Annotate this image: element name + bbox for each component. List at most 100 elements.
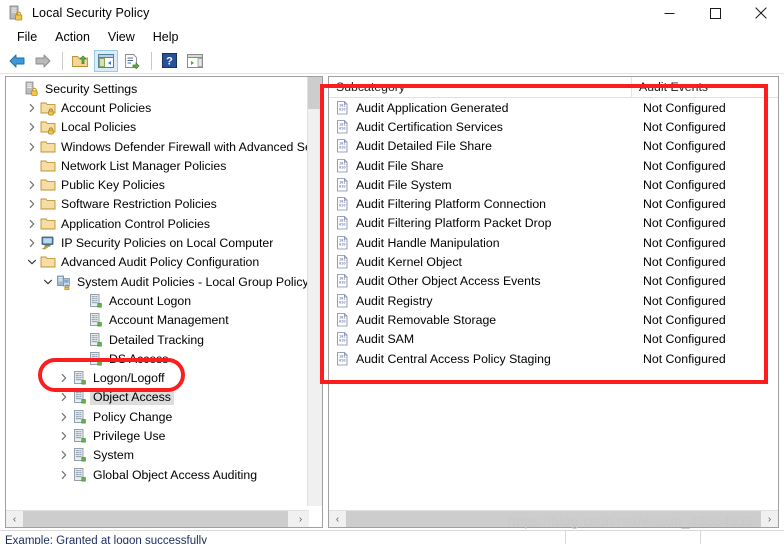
tree-node-software-restriction-policies[interactable]: Software Restriction Policies — [6, 195, 309, 214]
up-one-level-button[interactable] — [68, 50, 92, 72]
chevron-right-icon[interactable] — [24, 119, 40, 135]
list-hscroll-track[interactable] — [346, 510, 761, 527]
column-header-subcategory[interactable]: Subcategory — [329, 77, 632, 98]
close-button[interactable] — [738, 0, 784, 26]
tree-node-network-list-manager-policies[interactable]: Network List Manager Policies — [6, 156, 309, 175]
tree-node-public-key-policies[interactable]: Public Key Policies — [6, 175, 309, 194]
tree-vscroll-thumb[interactable] — [308, 77, 322, 109]
tree-node-logon-logoff[interactable]: Logon/Logoff — [6, 368, 309, 387]
tree-hscroll-right-arrow[interactable]: › — [292, 511, 309, 528]
help-button[interactable]: ? — [157, 50, 181, 72]
list-cell-audit-events: Not Configured — [643, 177, 726, 192]
show-hide-console-tree-button[interactable] — [94, 49, 118, 72]
show-hide-action-pane-button[interactable] — [183, 50, 207, 72]
tree-node-policy-change[interactable]: Policy Change — [6, 407, 309, 426]
chevron-right-icon[interactable] — [56, 428, 72, 444]
list-row[interactable]: 101 010 Audit Handle Manipulation Not Confi… — [329, 233, 778, 252]
list-hscroll-right-arrow[interactable]: › — [761, 511, 778, 528]
chevron-down-icon[interactable] — [40, 274, 56, 290]
tree-node-security-settings[interactable]: Security Settings — [6, 79, 309, 98]
list-horizontal-scrollbar[interactable]: ‹ › — [329, 510, 778, 527]
tree-node-label: Security Settings — [45, 81, 138, 96]
maximize-button[interactable] — [692, 0, 738, 26]
chevron-right-icon[interactable] — [56, 389, 72, 405]
list-cell-subcategory: Audit Handle Manipulation — [356, 235, 500, 250]
list-cell-audit-events: Not Configured — [643, 100, 726, 115]
tree-hscroll-track[interactable] — [23, 510, 292, 527]
group-policy-icon — [57, 275, 70, 290]
menu-view[interactable]: View — [99, 28, 144, 47]
action-pane-icon — [187, 53, 203, 68]
title-bar: Local Security Policy — [0, 0, 784, 26]
tree-horizontal-scrollbar[interactable]: ‹ › — [6, 510, 309, 527]
chevron-right-icon[interactable] — [56, 467, 72, 483]
menu-action[interactable]: Action — [46, 28, 99, 47]
list-header: Subcategory Audit Events — [329, 77, 778, 98]
chevron-right-icon[interactable] — [24, 196, 40, 212]
list-row[interactable]: 101 010 Audit Detailed File Share Not Confi… — [329, 137, 778, 156]
column-header-audit-events[interactable]: Audit Events — [632, 77, 778, 98]
tree-node-system[interactable]: System — [6, 446, 309, 465]
svg-text:010: 010 — [339, 185, 345, 189]
minimize-button[interactable] — [646, 0, 692, 26]
list-hscroll-left-arrow[interactable]: ‹ — [329, 511, 346, 528]
chevron-right-icon[interactable] — [56, 447, 72, 463]
list-row[interactable]: 101 010 Audit Removable Storage Not Configu… — [329, 310, 778, 329]
tree-node-ds-access[interactable]: DS Access — [6, 349, 309, 368]
back-button[interactable] — [5, 50, 29, 72]
audit-category-icon — [88, 293, 104, 309]
list-cell-subcategory: Audit Removable Storage — [356, 312, 497, 327]
menu-help[interactable]: Help — [144, 28, 188, 47]
list-row[interactable]: 101 010 Audit Filtering Platform Packet Dr… — [329, 214, 778, 233]
chevron-down-icon[interactable] — [24, 254, 40, 270]
list-row[interactable]: 101 010 Audit File Share Not Configured — [329, 156, 778, 175]
tree-hscroll-left-arrow[interactable]: ‹ — [6, 511, 23, 528]
folder-lock-icon — [40, 100, 56, 116]
tree-node-privilege-use[interactable]: Privilege Use — [6, 426, 309, 445]
tree-hscroll-thumb[interactable] — [23, 510, 288, 527]
list-hscroll-thumb[interactable] — [346, 510, 761, 527]
audit-category-icon — [74, 448, 86, 462]
chevron-right-icon[interactable] — [24, 177, 40, 193]
chevron-right-icon[interactable] — [56, 409, 72, 425]
tree-node-ip-security-policies-on-local-computer[interactable]: IP Security Policies on Local Computer — [6, 233, 309, 252]
tree-node-account-logon[interactable]: Account Logon — [6, 291, 309, 310]
toolbar: ? — [0, 48, 784, 74]
svg-text:010: 010 — [339, 340, 345, 344]
chevron-right-icon[interactable] — [24, 235, 40, 251]
tree-node-application-control-policies[interactable]: Application Control Policies — [6, 214, 309, 233]
list-row[interactable]: 101 010 Audit File System Not Configured — [329, 175, 778, 194]
export-list-button[interactable] — [120, 50, 144, 72]
folder-up-icon — [72, 55, 88, 67]
tree-node-advanced-audit-policy-configuration[interactable]: Advanced Audit Policy Configuration — [6, 253, 309, 272]
tree-node-system-audit-policies-local-group-policy-objec[interactable]: System Audit Policies - Local Group Poli… — [6, 272, 309, 291]
list-cell-subcategory: Audit Application Generated — [356, 100, 509, 115]
list-row[interactable]: 101 010 Audit Application Generated Not Con… — [329, 98, 778, 117]
menu-file[interactable]: File — [8, 28, 46, 47]
list-body[interactable]: 101 010 Audit Application Generated Not Con… — [329, 98, 778, 506]
tree-node-account-policies[interactable]: Account Policies — [6, 98, 309, 117]
audit-subcategory-icon: 101010 — [337, 255, 348, 269]
svg-text:010: 010 — [339, 243, 345, 247]
audit-category-icon — [90, 351, 102, 366]
tree-node-global-object-access-auditing[interactable]: Global Object Access Auditing — [6, 465, 309, 484]
tree-node-local-policies[interactable]: Local Policies — [6, 118, 309, 137]
list-row[interactable]: 101 010 Audit Filtering Platform Connectio… — [329, 194, 778, 213]
chevron-right-icon[interactable] — [56, 370, 72, 386]
security-settings-tree[interactable]: Security Settings Account Policies Local P… — [6, 77, 309, 506]
list-row[interactable]: 101 010 Audit Central Access Policy Stagin… — [329, 349, 778, 368]
list-row[interactable]: 101 010 Audit SAM Not Configured — [329, 330, 778, 349]
tree-node-account-management[interactable]: Account Management — [6, 311, 309, 330]
list-row[interactable]: 101 010 Audit Kernel Object Not Configured — [329, 252, 778, 271]
tree-vertical-scrollbar[interactable] — [307, 77, 322, 506]
list-row[interactable]: 101 010 Audit Certification Services Not Co… — [329, 117, 778, 136]
forward-button[interactable] — [31, 50, 55, 72]
chevron-right-icon[interactable] — [24, 139, 40, 155]
tree-node-windows-defender-firewall-with-advanced-security[interactable]: Windows Defender Firewall with Advanced … — [6, 137, 309, 156]
chevron-right-icon[interactable] — [24, 100, 40, 116]
tree-node-object-access[interactable]: Object Access — [6, 388, 309, 407]
tree-node-detailed-tracking[interactable]: Detailed Tracking — [6, 330, 309, 349]
list-row[interactable]: 101 010 Audit Registry Not Configured — [329, 291, 778, 310]
list-row[interactable]: 101 010 Audit Other Object Access Events No… — [329, 272, 778, 291]
chevron-right-icon[interactable] — [24, 216, 40, 232]
